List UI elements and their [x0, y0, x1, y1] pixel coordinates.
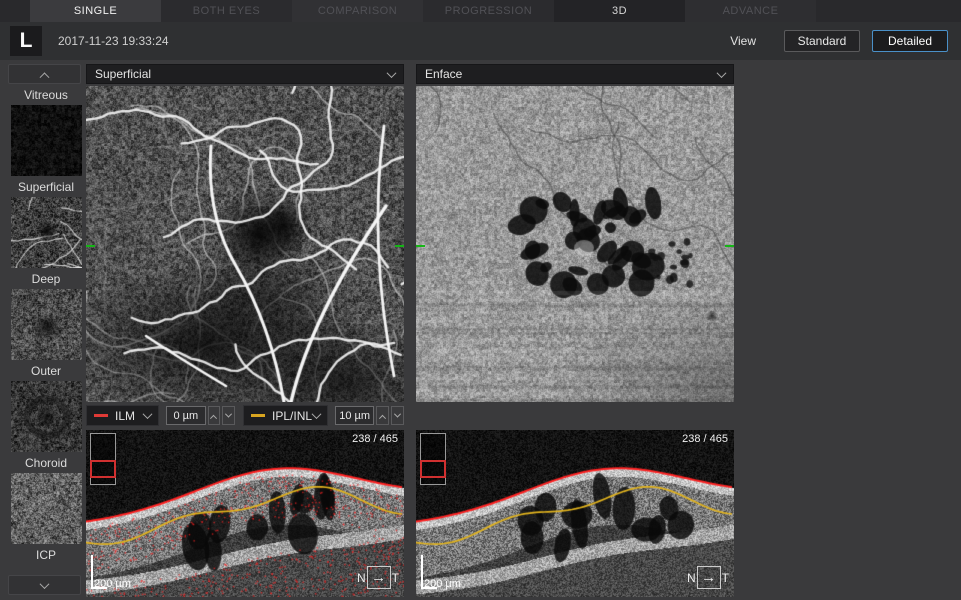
- right-depth-range-selection: [420, 460, 446, 478]
- nasal-temporal-arrow-icon: →: [697, 566, 721, 589]
- boundary2-offset-down-button[interactable]: [391, 406, 404, 425]
- segmentation-controls: ILM 0 µm IPL/INL 10 µm: [86, 404, 404, 427]
- boundary2-label: IPL/INL: [272, 409, 312, 423]
- left-frame-counter: 238 / 465: [352, 433, 398, 445]
- left-depth-range-selection: [90, 460, 116, 478]
- right-frame-counter: 238 / 465: [682, 433, 728, 445]
- right-view-dropdown[interactable]: Enface: [416, 64, 734, 84]
- sidebar-item-choroid[interactable]: Choroid: [8, 456, 84, 544]
- chevron-down-icon: [387, 68, 397, 78]
- chevron-down-icon: [717, 68, 727, 78]
- enface-oct-image[interactable]: [416, 86, 734, 402]
- left-layer-dropdown[interactable]: Superficial: [86, 64, 404, 84]
- outer-thumbnail[interactable]: [11, 381, 82, 452]
- standard-view-button[interactable]: Standard: [784, 30, 860, 52]
- boundary2-offset-field[interactable]: 10 µm: [335, 406, 374, 425]
- right-dropdown-value: Enface: [425, 67, 718, 81]
- temporal-label: T: [722, 571, 729, 585]
- sidebar-item-vitreous[interactable]: Vitreous: [8, 88, 84, 176]
- chevron-down-icon: [394, 411, 401, 418]
- tab-single[interactable]: SINGLE: [30, 0, 161, 22]
- deep-thumbnail[interactable]: [11, 289, 82, 360]
- main-tab-bar: SINGLE BOTH EYES COMPARISON PROGRESSION …: [0, 0, 961, 22]
- tab-progression[interactable]: PROGRESSION: [423, 0, 554, 22]
- temporal-label: T: [392, 571, 399, 585]
- nasal-label: N: [687, 571, 696, 585]
- scan-position-marker-left: [86, 245, 95, 247]
- superficial-angiogram-image[interactable]: [86, 86, 404, 402]
- chevron-down-icon: [225, 411, 232, 418]
- layer-label: Vitreous: [8, 88, 84, 103]
- sidebar-scroll-up-button[interactable]: [8, 64, 81, 84]
- tab-3d[interactable]: 3D: [554, 0, 685, 22]
- layer-label: Superficial: [8, 180, 84, 195]
- boundary1-dropdown[interactable]: ILM: [86, 405, 159, 426]
- sidebar-item-deep[interactable]: Deep: [8, 272, 84, 360]
- boundary1-offset-down-button[interactable]: [222, 406, 235, 425]
- chevron-down-icon: [143, 409, 153, 419]
- left-orientation-marker: N → T: [357, 566, 399, 589]
- nasal-temporal-arrow-icon: →: [367, 566, 391, 589]
- superficial-thumbnail[interactable]: [11, 197, 82, 268]
- scan-timestamp: 2017-11-23 19:33:24: [58, 34, 169, 48]
- content-area: Vitreous Superficial Deep Outer Choroid …: [0, 60, 961, 600]
- chevron-down-icon: [40, 579, 50, 589]
- laterality-badge: L: [10, 26, 42, 56]
- right-scale-label: 200 µm: [424, 578, 461, 590]
- boundary1-offset-up-button[interactable]: [208, 406, 221, 425]
- layer-label: Choroid: [8, 456, 84, 471]
- right-bscan-panel: 238 / 465 200 µm N → T: [416, 430, 734, 597]
- layer-label: ICP: [8, 548, 84, 563]
- boundary2-dropdown[interactable]: IPL/INL: [243, 405, 328, 426]
- vitreous-thumbnail[interactable]: [11, 105, 82, 176]
- left-depth-range-indicator: [90, 433, 116, 485]
- angiogram-image-wrap: [86, 86, 404, 402]
- chevron-up-icon: [379, 415, 386, 422]
- right-depth-range-indicator: [420, 433, 446, 485]
- tab-comparison[interactable]: COMPARISON: [292, 0, 423, 22]
- sidebar-scroll-down-button[interactable]: [8, 575, 81, 595]
- scan-position-marker-left: [416, 245, 425, 247]
- view-label: View: [730, 34, 756, 48]
- left-bscan-panel: 238 / 465 200 µm N → T: [86, 430, 404, 597]
- chevron-up-icon: [210, 415, 217, 422]
- tab-both-eyes[interactable]: BOTH EYES: [161, 0, 292, 22]
- sidebar-item-outer[interactable]: Outer: [8, 364, 84, 452]
- ilm-color-swatch: [94, 414, 108, 417]
- layer-label: Deep: [8, 272, 84, 287]
- left-dropdown-value: Superficial: [95, 67, 388, 81]
- boundary2-offset-up-button[interactable]: [376, 406, 389, 425]
- tab-advance[interactable]: ADVANCE: [685, 0, 816, 22]
- left-scale-label: 200 µm: [94, 578, 131, 590]
- detailed-view-button[interactable]: Detailed: [872, 30, 948, 52]
- header-bar: L 2017-11-23 19:33:24 View Standard Deta…: [0, 22, 961, 60]
- chevron-down-icon: [311, 409, 321, 419]
- layer-label: Outer: [8, 364, 84, 379]
- ipl-inl-color-swatch: [251, 414, 265, 417]
- right-orientation-marker: N → T: [687, 566, 729, 589]
- choroid-thumbnail[interactable]: [11, 473, 82, 544]
- layer-sidebar: Vitreous Superficial Deep Outer Choroid …: [8, 60, 84, 600]
- sidebar-item-superficial[interactable]: Superficial: [8, 180, 84, 268]
- chevron-up-icon: [40, 72, 50, 82]
- scan-position-marker-right: [725, 245, 734, 247]
- sidebar-item-icp[interactable]: ICP: [8, 548, 84, 563]
- boundary1-offset-field[interactable]: 0 µm: [166, 406, 205, 425]
- scan-position-marker-right: [395, 245, 404, 247]
- enface-image-wrap: [416, 86, 734, 402]
- boundary1-label: ILM: [115, 409, 135, 423]
- nasal-label: N: [357, 571, 366, 585]
